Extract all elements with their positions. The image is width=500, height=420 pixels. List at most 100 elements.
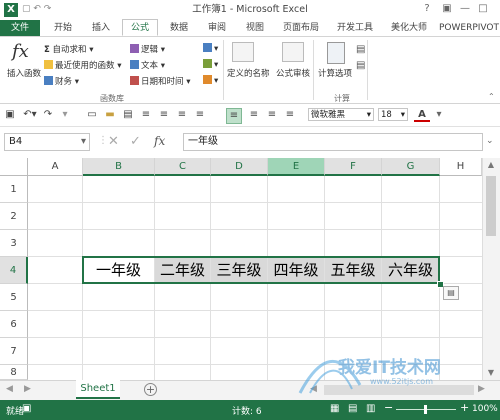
- more-functions-icon[interactable]: ▾: [203, 75, 218, 86]
- print-icon[interactable]: ▤: [122, 108, 134, 122]
- macro-record-icon[interactable]: ▣: [22, 403, 31, 414]
- autosum-button[interactable]: Σ 自动求和 ▾: [44, 43, 94, 55]
- row-header-8[interactable]: 8: [0, 365, 28, 380]
- zoom-out-icon[interactable]: −: [384, 401, 393, 414]
- logical-button[interactable]: 逻辑 ▾: [130, 43, 165, 55]
- indent-icon[interactable]: ≡: [284, 108, 296, 122]
- formula-audit-button[interactable]: 公式审核: [276, 67, 310, 79]
- wrap-icon[interactable]: ≡: [266, 108, 278, 122]
- text-button[interactable]: 文本 ▾: [130, 59, 165, 71]
- tab-home[interactable]: 开始: [46, 20, 80, 36]
- tab-formulas[interactable]: 公式: [122, 19, 158, 36]
- row-header-4[interactable]: 4: [0, 257, 28, 284]
- column-header-e[interactable]: E: [268, 158, 325, 176]
- font-name-value: 微软雅黑: [311, 110, 346, 120]
- scroll-up-icon[interactable]: ▲: [486, 160, 496, 170]
- tab-powerpivot[interactable]: POWERPIVOT: [438, 20, 500, 36]
- font-size-select[interactable]: 18 ▾: [378, 108, 408, 121]
- normal-view-icon[interactable]: ▦: [330, 403, 339, 414]
- cancel-icon[interactable]: ✕: [108, 134, 122, 150]
- column-header-f[interactable]: F: [325, 158, 382, 176]
- zoom-in-icon[interactable]: +: [460, 401, 469, 414]
- name-box[interactable]: B4 ▾: [4, 133, 90, 151]
- tab-beautify[interactable]: 美化大师: [384, 20, 434, 36]
- column-header-d[interactable]: D: [211, 158, 268, 176]
- page-layout-view-icon[interactable]: ▤: [348, 403, 357, 414]
- minimize-icon[interactable]: —: [458, 3, 472, 17]
- row-header-6[interactable]: 6: [0, 311, 28, 338]
- insert-function-label[interactable]: 插入函数: [4, 67, 44, 79]
- align-left-icon[interactable]: ≡: [140, 108, 152, 122]
- insert-function-icon[interactable]: fx: [12, 41, 29, 62]
- tab-view[interactable]: 视图: [238, 20, 272, 36]
- collapse-ribbon-icon[interactable]: ⌃: [488, 92, 495, 101]
- expand-formula-icon[interactable]: ⌄: [486, 136, 496, 148]
- redo-icon[interactable]: ↷: [42, 108, 54, 122]
- math-icon[interactable]: ▾: [203, 59, 218, 70]
- column-header-g[interactable]: G: [382, 158, 440, 176]
- defined-names-icon[interactable]: [232, 42, 254, 62]
- add-sheet-icon[interactable]: +: [144, 383, 157, 396]
- font-color-dropdown-icon[interactable]: ▾: [434, 108, 444, 122]
- formula-audit-icon[interactable]: [282, 42, 304, 62]
- column-header-a[interactable]: A: [28, 158, 83, 176]
- tab-page-layout[interactable]: 页面布局: [276, 20, 326, 36]
- column-header-b[interactable]: B: [83, 158, 155, 176]
- datetime-button[interactable]: 日期和时间 ▾: [130, 75, 190, 87]
- calc-now-icon[interactable]: ▤: [356, 44, 365, 55]
- fx-icon[interactable]: fx: [154, 134, 172, 150]
- open-folder-icon[interactable]: ▬: [104, 108, 116, 122]
- font-color-icon[interactable]: A: [414, 108, 430, 122]
- separator: [313, 40, 314, 100]
- tab-review[interactable]: 审阅: [200, 20, 234, 36]
- row-header-2[interactable]: 2: [0, 203, 28, 230]
- font-name-select[interactable]: 微软雅黑 ▾: [308, 108, 374, 121]
- new-file-icon[interactable]: ▭: [86, 108, 98, 122]
- logical-label: 逻辑: [141, 45, 159, 55]
- align-center-icon[interactable]: ≡: [158, 108, 170, 122]
- tab-developer[interactable]: 开发工具: [330, 20, 380, 36]
- row-header-3[interactable]: 3: [0, 230, 28, 257]
- maximize-icon[interactable]: □: [476, 3, 490, 17]
- calc-sheet-icon[interactable]: ▤: [356, 60, 365, 71]
- align-bottom-icon[interactable]: ≡: [248, 108, 260, 122]
- row-header-1[interactable]: 1: [0, 176, 28, 203]
- help-icon[interactable]: ?: [420, 3, 434, 17]
- watermark-url: www.52itjs.com: [370, 377, 433, 386]
- financial-button[interactable]: 财务 ▾: [44, 75, 79, 87]
- align-middle-icon[interactable]: ≡: [226, 108, 242, 124]
- grip-icon: ⋮: [98, 135, 108, 146]
- row-header-5[interactable]: 5: [0, 284, 28, 311]
- sheet-tab-sheet1[interactable]: Sheet1: [76, 380, 120, 399]
- column-header-c[interactable]: C: [155, 158, 211, 176]
- ribbon-display-icon[interactable]: ▣: [440, 3, 454, 17]
- status-count: 计数: 6: [232, 407, 262, 417]
- tab-file[interactable]: 文件: [0, 20, 40, 36]
- more-icon[interactable]: ▾: [60, 108, 70, 122]
- lookup-icon[interactable]: ▾: [203, 43, 218, 54]
- next-sheet-icon[interactable]: ▶: [24, 384, 34, 396]
- prev-sheet-icon[interactable]: ◀: [6, 384, 16, 396]
- enter-icon[interactable]: ✓: [130, 134, 144, 150]
- align-right-icon[interactable]: ≡: [176, 108, 188, 122]
- zoom-level[interactable]: 100%: [472, 404, 498, 414]
- undo-icon[interactable]: ↶▾: [22, 108, 38, 122]
- calc-options-button[interactable]: 计算选项: [318, 67, 352, 79]
- datetime-label: 日期和时间: [141, 77, 184, 87]
- distributed-icon[interactable]: ≡: [194, 108, 206, 122]
- row-header-7[interactable]: 7: [0, 338, 28, 365]
- defined-names-button[interactable]: 定义的名称: [227, 67, 270, 79]
- page-break-view-icon[interactable]: ▥: [366, 403, 375, 414]
- calculation-group-label: 计算: [334, 94, 350, 103]
- paste-options-icon[interactable]: ▤: [443, 286, 459, 300]
- select-all-corner[interactable]: [0, 158, 28, 176]
- save-icon[interactable]: ▣: [4, 108, 16, 122]
- column-header-h[interactable]: H: [440, 158, 482, 176]
- tab-data[interactable]: 数据: [162, 20, 196, 36]
- zoom-slider-thumb[interactable]: [424, 405, 427, 414]
- tab-insert[interactable]: 插入: [84, 20, 118, 36]
- formula-input[interactable]: 一年级: [183, 133, 483, 151]
- scrollbar-thumb[interactable]: [486, 176, 496, 236]
- recent-functions-button[interactable]: 最近使用的函数 ▾: [44, 59, 121, 71]
- calculator-icon[interactable]: [327, 42, 345, 64]
